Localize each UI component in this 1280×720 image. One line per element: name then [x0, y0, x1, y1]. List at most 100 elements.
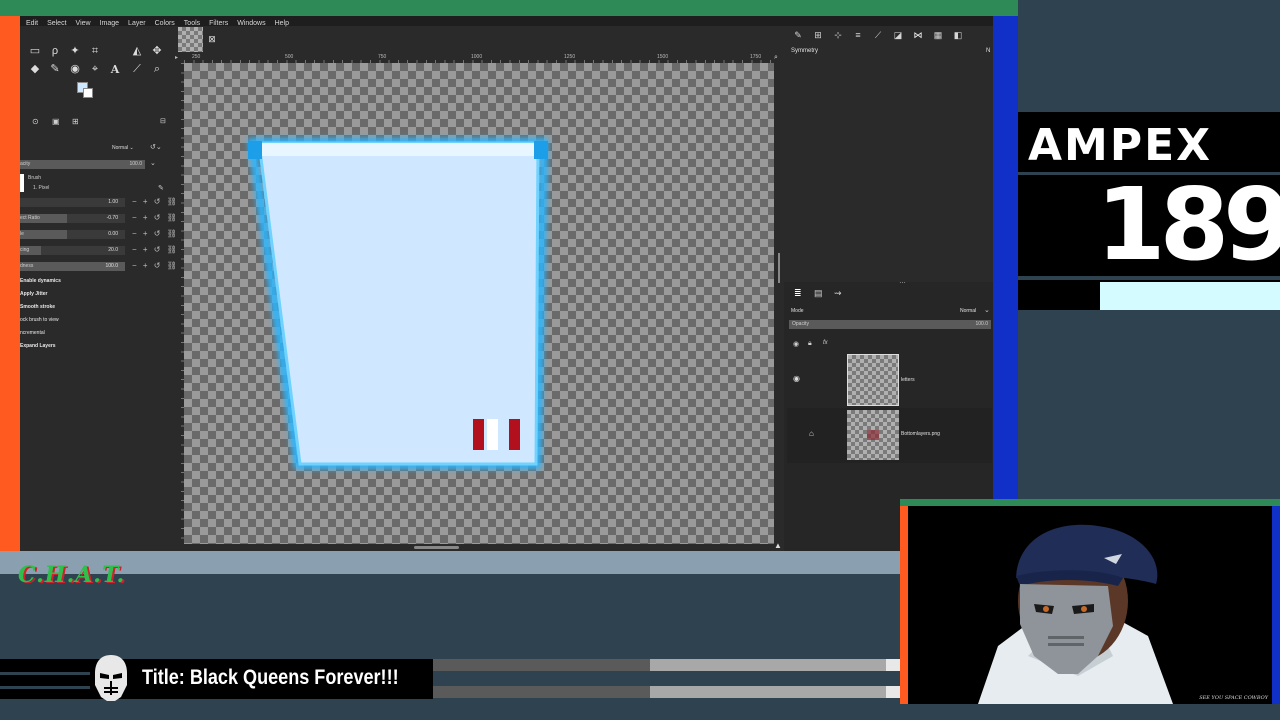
- layers-tab-icon[interactable]: ≣: [794, 288, 802, 299]
- menu-select[interactable]: Select: [47, 20, 66, 27]
- check-apply-jitter[interactable]: Apply Jitter: [20, 291, 48, 297]
- fill-icon[interactable]: ◪: [892, 30, 904, 41]
- brush-preview[interactable]: [20, 174, 24, 192]
- option-slider-row[interactable]: le 0.00 − + ↺ ⛓: [20, 229, 177, 239]
- mode-select[interactable]: Normal ⌄: [112, 144, 146, 153]
- layer-row[interactable]: ◉ letters: [787, 354, 992, 409]
- panel-menu-icon[interactable]: ⊟: [160, 117, 166, 125]
- ruler-label: 1250: [564, 54, 576, 60]
- text-icon[interactable]: ⌖: [88, 62, 102, 76]
- layers-opacity-value: 100.0: [975, 321, 988, 327]
- rect-select-icon[interactable]: ▭: [28, 44, 42, 58]
- check-smooth-stroke[interactable]: Smooth stroke: [20, 304, 55, 310]
- menu-tools[interactable]: Tools: [184, 20, 200, 27]
- option-stepper-icons[interactable]: − + ↺ ⛓: [132, 229, 179, 238]
- pattern-icon[interactable]: ⊹: [832, 30, 844, 41]
- opacity-label: acity: [20, 161, 31, 167]
- undo-history-icon[interactable]: ⊞: [72, 117, 79, 126]
- v-scrollbar-thumb[interactable]: [778, 253, 780, 283]
- layer-name[interactable]: letters: [901, 377, 915, 383]
- mode-reset-icon[interactable]: ↺⌄: [150, 143, 162, 151]
- top-ruler[interactable]: 250500750100012501500175020002250: [184, 54, 774, 63]
- option-value: 1.00: [108, 199, 118, 205]
- option-slider-row[interactable]: ect Ratio -0.70 − + ↺ ⛓: [20, 213, 177, 223]
- crop-icon[interactable]: ⌗: [88, 44, 102, 58]
- free-select-icon[interactable]: ρ: [48, 44, 62, 58]
- ticker-bar-bottom-b: [650, 686, 886, 698]
- ruler-label: 750: [378, 54, 387, 60]
- opacity-slider[interactable]: acity 100.0: [20, 160, 145, 169]
- dock-drag-handle[interactable]: …: [899, 278, 906, 285]
- symmetry-label: Symmetry: [791, 48, 818, 54]
- ticker-bar-top-b: [650, 659, 886, 671]
- symmetry-icon[interactable]: ⋈: [912, 30, 924, 41]
- option-stepper-icons[interactable]: − + ↺ ⛓: [132, 197, 179, 206]
- menu-help[interactable]: Help: [275, 20, 289, 27]
- close-tab-icon[interactable]: ⊠: [206, 33, 218, 45]
- menu-image[interactable]: Image: [100, 20, 119, 27]
- gradient-icon[interactable]: ◧: [952, 30, 964, 41]
- opacity-spin[interactable]: ⌄: [150, 159, 156, 167]
- device-status-icon[interactable]: ⊙: [32, 117, 39, 126]
- brush-edit-icon[interactable]: ✎: [158, 184, 164, 192]
- tool-options-icon[interactable]: ▣: [52, 117, 60, 126]
- zoom-icon[interactable]: ⌕: [150, 62, 164, 76]
- visibility-header-icon[interactable]: ◉: [793, 340, 799, 348]
- menu-colors[interactable]: Colors: [155, 20, 175, 27]
- layer-row[interactable]: ⌂ Bottomlayers.png: [787, 408, 992, 463]
- layer-name[interactable]: Bottomlayers.png: [901, 431, 940, 437]
- option-slider-row[interactable]: cing 20.0 − + ↺ ⛓: [20, 245, 177, 255]
- layers-mode-dropdown-icon[interactable]: ⌄: [984, 306, 990, 314]
- pencil-icon[interactable]: ⟋: [872, 30, 884, 41]
- option-stepper-icons[interactable]: − + ↺ ⛓: [132, 261, 179, 270]
- check-incremental[interactable]: ncremental: [20, 330, 45, 336]
- move-icon[interactable]: ✥: [150, 44, 164, 58]
- layer-visibility-icon[interactable]: ◉: [793, 374, 800, 383]
- layers-mode-value[interactable]: Normal: [960, 308, 976, 314]
- stack-icon[interactable]: ≡: [852, 30, 864, 40]
- transform-icon[interactable]: ◭: [130, 44, 144, 58]
- fuzzy-select-icon[interactable]: ✦: [68, 44, 82, 58]
- ticker-bar-top-c: [886, 659, 900, 671]
- image-tab-thumbnail[interactable]: [178, 27, 203, 52]
- corner-label: N: [986, 48, 991, 54]
- paint-tool-icon[interactable]: ✎: [792, 30, 804, 41]
- menu-edit[interactable]: Edit: [26, 20, 38, 27]
- text-icon-2[interactable]: A: [108, 62, 122, 76]
- effects-header-icon[interactable]: fx: [823, 340, 828, 346]
- channels-tab-icon[interactable]: ▤: [814, 288, 823, 299]
- paintbrush-icon[interactable]: ✎: [48, 62, 62, 76]
- check-expand-layers[interactable]: Expand Layers: [20, 343, 56, 349]
- paths-tab-icon[interactable]: ⇝: [834, 288, 842, 299]
- grid-icon[interactable]: ⊞: [812, 30, 824, 41]
- color-picker-icon[interactable]: ⟋: [130, 62, 144, 76]
- warp-icon[interactable]: ◉: [68, 62, 82, 76]
- layer-lock-icon[interactable]: ⌂: [809, 429, 814, 438]
- right-dock-top: ✎ ⊞ ⊹ ≡ ⟋ ◪ ⋈ ▦ ◧ Symmetry N: [784, 27, 993, 282]
- menu-layer[interactable]: Layer: [128, 20, 146, 27]
- v-scrollbar[interactable]: [774, 63, 784, 544]
- menu-view[interactable]: View: [76, 20, 91, 27]
- eraser-icon[interactable]: ◆: [28, 62, 42, 76]
- canvas-artwork: [247, 138, 549, 469]
- option-slider-row[interactable]: 1.00 − + ↺ ⛓: [20, 197, 177, 207]
- option-stepper-icons[interactable]: − + ↺ ⛓: [132, 245, 179, 254]
- nav-arrow-icon[interactable]: ▲: [774, 541, 782, 550]
- webcam-frame-right: [1272, 506, 1280, 704]
- layers-opacity-slider[interactable]: Opacity 100.0: [789, 320, 991, 329]
- left-ruler[interactable]: [175, 63, 184, 544]
- lock-header-icon[interactable]: 🔒︎: [808, 340, 812, 348]
- option-slider-row[interactable]: dness 100.0 − + ↺ ⛓: [20, 261, 177, 271]
- menu-windows[interactable]: Windows: [237, 20, 265, 27]
- palette-icon[interactable]: ▦: [932, 30, 944, 41]
- menu-filters[interactable]: Filters: [209, 20, 228, 27]
- bg-color-swatch[interactable]: [83, 88, 93, 98]
- check-enable-dynamics[interactable]: Enable dynamics: [20, 278, 61, 284]
- webcam-frame-top: [900, 499, 1280, 506]
- h-scrollbar-thumb[interactable]: [414, 546, 459, 549]
- h-scrollbar[interactable]: ▲: [184, 541, 784, 551]
- check-lock-brush[interactable]: ock brush to view: [20, 317, 59, 323]
- option-value: 100.0: [105, 263, 118, 269]
- option-stepper-icons[interactable]: − + ↺ ⛓: [132, 213, 179, 222]
- brand-panel: AMPEX 189: [1018, 112, 1280, 310]
